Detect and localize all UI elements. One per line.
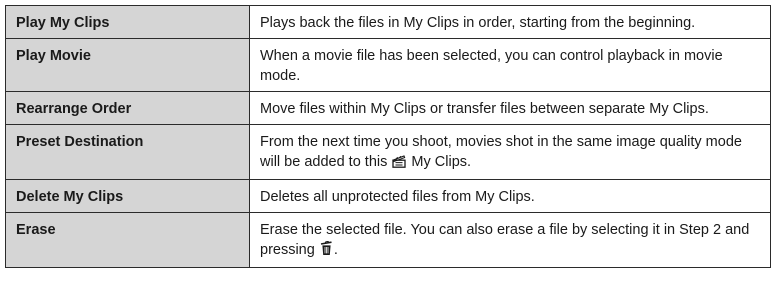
table-row: Rearrange Order Move files within My Cli… <box>5 91 771 125</box>
option-description: Move files within My Clips or transfer f… <box>249 91 771 125</box>
table-row: Preset Destination From the next time yo… <box>5 124 771 180</box>
option-description: From the next time you shoot, movies sho… <box>249 124 771 180</box>
option-name: Play Movie <box>5 38 250 92</box>
table-row: Erase Erase the selected file. You can a… <box>5 212 771 268</box>
my-clips-menu-table: Play My Clips Plays back the files in My… <box>5 5 771 268</box>
description-text: My Clips. <box>411 154 472 170</box>
option-name: Rearrange Order <box>5 91 250 125</box>
erase-trash-icon <box>320 240 333 262</box>
option-description: Erase the selected file. You can also er… <box>249 212 771 268</box>
option-name: Delete My Clips <box>5 179 250 213</box>
option-description: Deletes all unprotected files from My Cl… <box>249 179 771 213</box>
option-description: Plays back the files in My Clips in orde… <box>249 5 771 39</box>
table-row: Delete My Clips Deletes all unprotected … <box>5 179 771 213</box>
option-name: Play My Clips <box>5 5 250 39</box>
option-name: Erase <box>5 212 250 268</box>
table-row: Play Movie When a movie file has been se… <box>5 38 771 92</box>
description-text: . <box>333 242 338 258</box>
my-clips-icon <box>392 154 407 174</box>
table-row: Play My Clips Plays back the files in My… <box>5 5 771 39</box>
option-name: Preset Destination <box>5 124 250 180</box>
option-description: When a movie file has been selected, you… <box>249 38 771 92</box>
description-text: From the next time you shoot, movies sho… <box>260 134 742 170</box>
